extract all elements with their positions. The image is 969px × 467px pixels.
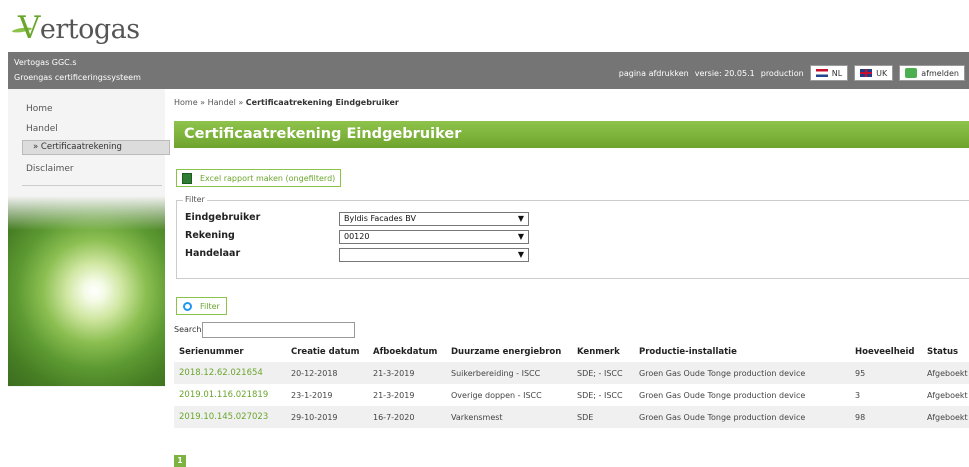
- language-uk-button[interactable]: UK: [854, 65, 894, 81]
- rekening-label: Rekening: [185, 230, 235, 241]
- col-kenmerk[interactable]: Kenmerk: [572, 342, 634, 362]
- cell: Varkensmest: [446, 406, 572, 428]
- logo-text: Vertogas: [18, 10, 140, 46]
- cell: 29-10-2019: [286, 406, 368, 428]
- cell: SDE; - ISCC: [572, 362, 634, 384]
- excel-report-button[interactable]: Excel rapport maken (ongefilterd): [176, 169, 342, 187]
- col-serienummer[interactable]: Serienummer: [174, 342, 286, 362]
- col-afboekdatum[interactable]: Afboekdatum: [368, 342, 446, 362]
- search-label: Search:: [174, 325, 205, 334]
- chevron-down-icon: ▼: [517, 250, 524, 259]
- logout-icon: [905, 68, 918, 78]
- chevron-down-icon: ▼: [517, 232, 524, 241]
- cell: Suikerbereiding - ISCC: [446, 362, 572, 384]
- serial-link[interactable]: 2019.01.116.021819: [174, 384, 286, 406]
- language-nl-button[interactable]: NL: [809, 65, 849, 81]
- cell: Overige doppen - ISCC: [446, 384, 572, 406]
- cell: Groen Gas Oude Tonge production device: [634, 362, 850, 384]
- excel-icon: [182, 172, 192, 184]
- page-title: Certificaatrekening Eindgebruiker: [174, 121, 969, 148]
- cell: Groen Gas Oude Tonge production device: [634, 384, 850, 406]
- logout-button[interactable]: afmelden: [899, 65, 965, 81]
- col-hoeveelheid[interactable]: Hoeveelheid: [850, 342, 922, 362]
- system-subtitle: Groengas certificeringssysteem: [14, 73, 141, 82]
- handelaar-label: Handelaar: [185, 248, 241, 259]
- system-name: Vertogas GGC.s: [14, 58, 77, 67]
- nl-flag-icon: [815, 69, 828, 77]
- filter-legend: Filter: [183, 195, 207, 204]
- serial-link[interactable]: 2019.10.145.027023: [174, 406, 286, 428]
- search-icon: [183, 301, 192, 311]
- table-row: 2019.01.116.021819 23-1-2019 21-3-2019 O…: [174, 384, 969, 406]
- col-duurzame-energiebron[interactable]: Duurzame energiebron: [446, 342, 572, 362]
- environment-text: production: [760, 68, 804, 78]
- sidebar-item-certificaatrekening[interactable]: » Certificaatrekening: [22, 140, 170, 155]
- search-input[interactable]: [202, 322, 355, 338]
- cell: 98: [850, 406, 922, 428]
- cell: 16-7-2020: [368, 406, 446, 428]
- pager-page-1[interactable]: 1: [174, 455, 186, 467]
- breadcrumb: Home » Handel » Certificaatrekening Eind…: [174, 98, 399, 107]
- chevron-down-icon: ▼: [517, 214, 524, 223]
- cell: 21-3-2019: [368, 362, 446, 384]
- cell: 3: [850, 384, 922, 406]
- cell: 20-12-2018: [286, 362, 368, 384]
- table-row: 2019.10.145.027023 29-10-2019 16-7-2020 …: [174, 406, 969, 428]
- forest-image: [8, 196, 165, 386]
- cell: Afgeboekt: [922, 406, 969, 428]
- certificate-table: Serienummer Creatie datum Afboekdatum Du…: [174, 342, 969, 428]
- serial-link[interactable]: 2018.12.62.021654: [174, 362, 286, 384]
- cell: SDE: [572, 406, 634, 428]
- top-links: pagina afdrukken versie: 20.05.1 product…: [619, 65, 965, 81]
- col-status[interactable]: Status: [922, 342, 969, 362]
- rekening-select[interactable]: 00120 ▼: [339, 230, 529, 244]
- cell: SDE; - ISCC: [572, 384, 634, 406]
- sidebar-item-home[interactable]: Home: [26, 104, 53, 114]
- print-page-link[interactable]: pagina afdrukken: [619, 69, 689, 78]
- cell: 95: [850, 362, 922, 384]
- eindgebruiker-label: Eindgebruiker: [185, 212, 261, 223]
- cell: Afgeboekt: [922, 384, 969, 406]
- sidebar-divider: [22, 185, 162, 186]
- sidebar-item-disclaimer[interactable]: Disclaimer: [26, 164, 74, 174]
- col-creatie-datum[interactable]: Creatie datum: [286, 342, 368, 362]
- cell: Groen Gas Oude Tonge production device: [634, 406, 850, 428]
- version-text: versie: 20.05.1: [694, 68, 755, 78]
- top-bar: Vertogas GGC.s Groengas certificeringssy…: [8, 52, 969, 89]
- col-productie-installatie[interactable]: Productie-installatie: [634, 342, 850, 362]
- filter-button[interactable]: Filter: [176, 297, 227, 315]
- table-row: 2018.12.62.021654 20-12-2018 21-3-2019 S…: [174, 362, 969, 384]
- eindgebruiker-select[interactable]: Byldis Facades BV ▼: [339, 212, 529, 226]
- filter-fieldset: Filter Eindgebruiker Byldis Facades BV ▼ …: [176, 195, 969, 279]
- cell: Afgeboekt: [922, 362, 969, 384]
- cell: 23-1-2019: [286, 384, 368, 406]
- cell: 21-3-2019: [368, 384, 446, 406]
- uk-flag-icon: [860, 69, 873, 77]
- sidebar-item-handel[interactable]: Handel: [26, 124, 58, 134]
- handelaar-select[interactable]: ▼: [339, 248, 529, 262]
